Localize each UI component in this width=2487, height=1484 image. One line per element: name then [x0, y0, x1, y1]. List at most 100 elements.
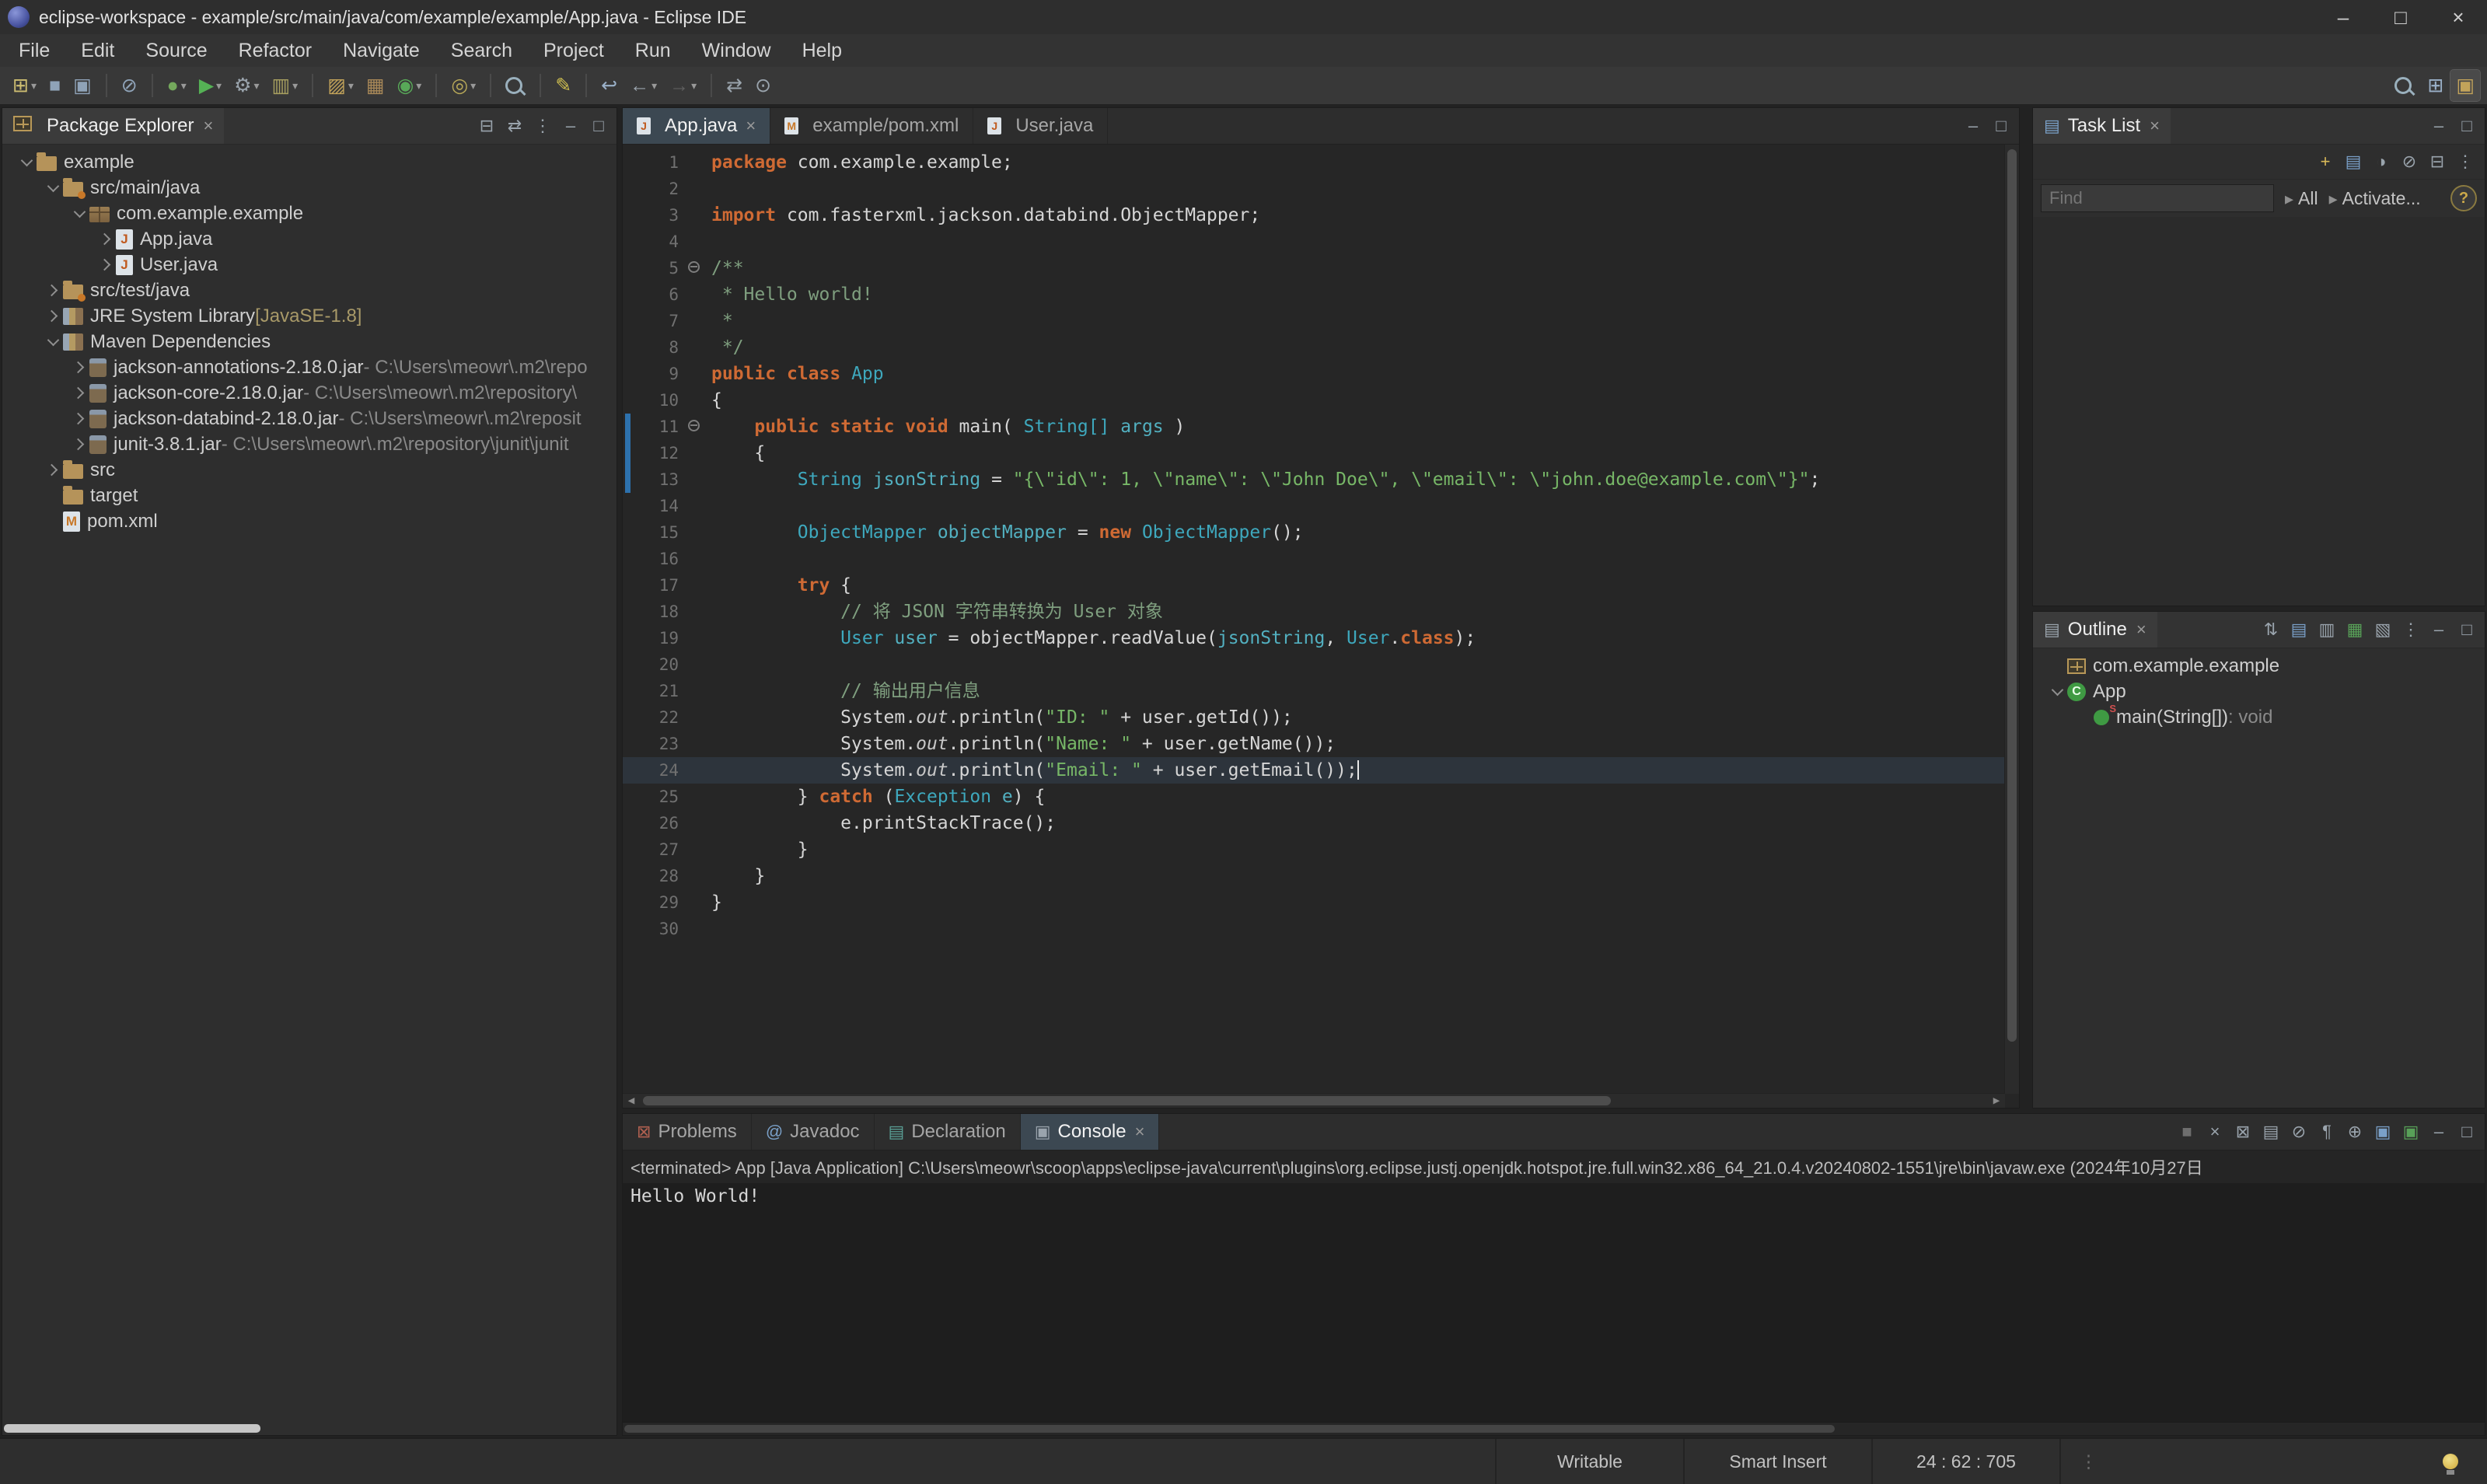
forward-button[interactable]: → ▾ [664, 70, 702, 101]
new-package-button[interactable]: ▦ [361, 70, 390, 101]
tree-item-com-example-example[interactable]: com.example.example [2, 201, 617, 226]
collapse-all-button[interactable]: ⊟ [473, 113, 500, 139]
line-number[interactable]: 6 [634, 281, 682, 308]
line-number[interactable]: 8 [634, 334, 682, 361]
code-line-11[interactable]: 11 public static void main( String[] arg… [623, 414, 2005, 440]
new-wizard-button[interactable]: ⊞ ▾ [7, 70, 42, 101]
sort-button[interactable]: ⇅ [2258, 616, 2284, 643]
fold-marker-icon[interactable] [682, 414, 708, 440]
line-number[interactable]: 24 [634, 757, 682, 784]
hide-local-types-button[interactable]: ▧ [2370, 616, 2396, 643]
tree-item-jre-system-library[interactable]: JRE System Library [JavaSE-1.8] [2, 303, 617, 329]
open-perspective-button[interactable]: ⊞ [2422, 70, 2449, 101]
code-line-2[interactable]: 2 [623, 176, 2005, 202]
line-number[interactable]: 10 [634, 387, 682, 414]
tree-item-src[interactable]: src [2, 457, 617, 483]
new-task-button[interactable]: + [2312, 148, 2339, 175]
minimize-button[interactable]: – [2426, 1119, 2452, 1145]
scheduled-button[interactable]: ◑ [2368, 148, 2394, 175]
caret-closed-icon[interactable] [69, 386, 89, 400]
save-all-button[interactable]: ▣ [68, 70, 97, 101]
code-line-21[interactable]: 21 // 输出用户信息 [623, 678, 2005, 704]
code-line-25[interactable]: 25 } catch (Exception e) { [623, 784, 2005, 810]
line-number[interactable]: 9 [634, 361, 682, 387]
line-number[interactable]: 13 [634, 466, 682, 493]
scrollbar-thumb[interactable] [624, 1425, 1835, 1433]
code-line-26[interactable]: 26 e.printStackTrace(); [623, 810, 2005, 836]
save-button[interactable]: ■ [44, 70, 66, 101]
editor-tab-example-pom-xml[interactable]: Mexample/pom.xml [770, 108, 974, 144]
caret-closed-icon[interactable] [69, 361, 89, 374]
view-menu-button[interactable]: ⋮ [2398, 616, 2424, 643]
line-number[interactable]: 21 [634, 678, 682, 704]
close-tab-icon[interactable]: × [746, 115, 756, 137]
code-line-28[interactable]: 28 } [623, 863, 2005, 889]
line-number[interactable]: 3 [634, 202, 682, 229]
maximize-button[interactable]: □ [2454, 616, 2480, 643]
code-line-18[interactable]: 18 // 将 JSON 字符串转换为 User 对象 [623, 599, 2005, 625]
word-wrap-button[interactable]: ¶ [2314, 1119, 2340, 1145]
caret-closed-icon[interactable] [43, 463, 63, 477]
caret-closed-icon[interactable] [96, 232, 116, 246]
editor-tab-user-java[interactable]: J User.java [973, 108, 1109, 144]
code-line-24[interactable]: 24 System.out.println("Email: " + user.g… [623, 757, 2005, 784]
remove-all-button[interactable]: ⊠ [2230, 1119, 2256, 1145]
editor-vscrollbar[interactable] [2004, 145, 2019, 1094]
caret-open-icon[interactable] [43, 180, 63, 193]
caret-open-icon[interactable] [43, 333, 63, 347]
tree-item-jackson-core-2-18-0-jar[interactable]: jackson-core-2.18.0.jar - C:\Users\meowr… [2, 380, 617, 406]
menu-navigate[interactable]: Navigate [327, 34, 435, 67]
menu-help[interactable]: Help [787, 34, 858, 67]
line-number[interactable]: 4 [634, 229, 682, 255]
minimize-button[interactable]: – [2426, 616, 2452, 643]
line-number[interactable]: 18 [634, 599, 682, 625]
code-line-15[interactable]: 15 ObjectMapper objectMapper = new Objec… [623, 519, 2005, 546]
categorized-button[interactable]: ▤ [2340, 148, 2366, 175]
scroll-right-icon[interactable]: ▸ [1988, 1092, 2005, 1109]
maximize-button[interactable]: □ [2372, 0, 2429, 34]
scroll-left-icon[interactable]: ◂ [623, 1092, 640, 1109]
tree-item-src-test-java[interactable]: src/test/java [2, 278, 617, 303]
tree-item-target[interactable]: target [2, 483, 617, 508]
code-line-29[interactable]: 29} [623, 889, 2005, 916]
menu-project[interactable]: Project [528, 34, 620, 67]
line-number[interactable]: 19 [634, 625, 682, 651]
code-line-20[interactable]: 20 [623, 651, 2005, 678]
code-line-3[interactable]: 3 import com.fasterxml.jackson.databind.O… [623, 202, 2005, 229]
caret-open-icon[interactable] [16, 154, 37, 167]
tree-item-maven-dependencies[interactable]: Maven Dependencies [2, 329, 617, 354]
remove-launch-button[interactable]: × [2202, 1119, 2228, 1145]
caret-closed-icon[interactable] [69, 438, 89, 451]
scope-all-link[interactable]: ▸ All [2285, 188, 2318, 209]
view-menu-button[interactable]: ⋮ [2452, 148, 2478, 175]
open-task-button[interactable]: ◎ ▾ [445, 70, 481, 101]
line-number[interactable]: 27 [634, 836, 682, 863]
package-explorer-tab[interactable]: Package Explorer × [2, 108, 225, 144]
line-number[interactable]: 23 [634, 731, 682, 757]
search-button[interactable] [500, 70, 531, 101]
last-edit-location-button[interactable]: ↩ [596, 70, 623, 101]
open-console-button[interactable]: ▣ [2398, 1119, 2424, 1145]
skip-all-breakpoints-button[interactable]: ⊘ [116, 70, 143, 101]
maximize-button[interactable]: □ [1988, 113, 2014, 139]
console-tab-console[interactable]: ▣ Console × [1020, 1114, 1160, 1150]
back-button[interactable]: ← ▾ [624, 70, 662, 101]
tree-item-jackson-annotations-2-18-0-jar[interactable]: jackson-annotations-2.18.0.jar - C:\User… [2, 354, 617, 380]
view-menu-button[interactable]: ⋮ [529, 113, 556, 139]
menu-source[interactable]: Source [130, 34, 222, 67]
filter-completed-button[interactable]: ⊘ [2396, 148, 2422, 175]
caret-closed-icon[interactable] [43, 284, 63, 297]
line-number[interactable]: 2 [634, 176, 682, 202]
pin-console-button[interactable]: ⊕ [2342, 1119, 2368, 1145]
outline-item-com-example-example[interactable]: com.example.example [2033, 653, 2485, 679]
code-line-10[interactable]: 10 { [623, 387, 2005, 414]
hide-static-button[interactable]: ▥ [2314, 616, 2340, 643]
maximize-button[interactable]: □ [2454, 1119, 2480, 1145]
tree-item-jackson-databind-2-18-0-jar[interactable]: jackson-databind-2.18.0.jar - C:\Users\m… [2, 406, 617, 431]
quick-access-search-button[interactable] [2389, 70, 2420, 101]
line-number[interactable]: 22 [634, 704, 682, 731]
hide-nonpublic-button[interactable]: ▦ [2342, 616, 2368, 643]
debug-button[interactable]: ● ▾ [162, 70, 192, 101]
code-line-19[interactable]: 19 User user = objectMapper.readValue(js… [623, 625, 2005, 651]
tree-item-junit-3-8-1-jar[interactable]: junit-3.8.1.jar - C:\Users\meowr\.m2\rep… [2, 431, 617, 457]
